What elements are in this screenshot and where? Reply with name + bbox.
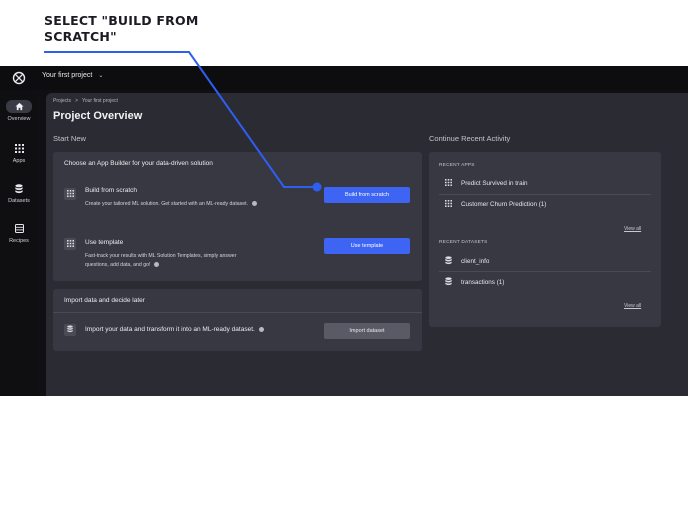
tutorial-callout: SELECT "BUILD FROM SCRATCH" [44, 13, 204, 45]
build-from-scratch-description-text: Create your tailored ML solution. Get st… [85, 201, 249, 207]
database-icon [444, 277, 452, 288]
use-template-description-line-2-wrap: questions, add data, and go! [85, 261, 236, 270]
breadcrumb-projects[interactable]: Projects [53, 98, 71, 104]
card-divider [53, 312, 422, 313]
use-template-description-line-1: Fast-track your results with ML Solution… [85, 253, 237, 259]
import-description: Import your data and transform it into a… [85, 326, 264, 333]
project-name: Your first project [42, 72, 93, 79]
import-description-text: Import your data and transform it into a… [85, 326, 255, 333]
sidebar-item-label: Overview [7, 116, 31, 122]
start-new-heading: Start New [53, 134, 86, 143]
database-icon [64, 324, 76, 336]
grid-icon [64, 188, 76, 200]
list-divider [439, 194, 651, 195]
app-logo-icon[interactable] [12, 71, 26, 85]
app-builder-card: Choose an App Builder for your data-driv… [53, 152, 422, 281]
tutorial-screenshot: SELECT "BUILD FROM SCRATCH" Your first p… [0, 0, 688, 516]
project-picker[interactable]: Your first project ⌄ [42, 72, 103, 79]
breadcrumb-current: Your first project [81, 98, 118, 104]
sidebar-item-label: Apps [12, 158, 26, 164]
recent-activity-card: RECENT APPS Predict Survived in train Cu… [429, 152, 661, 327]
callout-line-1: SELECT "BUILD FROM [44, 13, 199, 28]
recipe-icon [6, 222, 32, 235]
sidebar-item-overview[interactable]: Overview [0, 100, 38, 122]
view-all-apps-link[interactable]: View all [624, 226, 641, 232]
use-template-description: Fast-track your results with ML Solution… [85, 252, 236, 270]
sidebar-item-apps[interactable]: Apps [0, 142, 38, 164]
view-all-datasets-link[interactable]: View all [624, 303, 641, 309]
use-template-title: Use template [85, 239, 124, 246]
grid-icon [64, 238, 76, 250]
continue-recent-heading: Continue Recent Activity [429, 134, 511, 143]
use-template-button[interactable]: Use template [324, 238, 410, 254]
list-divider [439, 271, 651, 272]
database-icon [444, 256, 452, 267]
import-dataset-button[interactable]: Import dataset [324, 323, 410, 339]
breadcrumb-separator: > [75, 98, 78, 104]
recent-app-name: Predict Survived in train [461, 180, 528, 187]
grid-icon [6, 142, 32, 155]
breadcrumb: Projects > Your first project [53, 98, 118, 104]
sidebar: Overview Apps Datasets Recipes [0, 90, 38, 396]
grid-icon [444, 179, 452, 188]
recent-dataset-name: client_info [461, 258, 490, 265]
sidebar-item-label: Datasets [8, 198, 30, 204]
recent-dataset-item[interactable]: client_info [444, 256, 489, 267]
recent-app-item[interactable]: Predict Survived in train [444, 179, 528, 188]
sidebar-item-recipes[interactable]: Recipes [0, 222, 38, 244]
main-content: Projects > Your first project Project Ov… [46, 93, 688, 396]
home-icon [6, 100, 32, 113]
database-icon [6, 182, 32, 195]
build-from-scratch-button[interactable]: Build from scratch [324, 187, 410, 203]
import-card: Import data and decide later Import your… [53, 289, 422, 351]
recent-apps-label: RECENT APPS [439, 163, 475, 168]
app-builder-title: Choose an App Builder for your data-driv… [64, 160, 213, 167]
grid-icon [444, 200, 452, 209]
build-from-scratch-title: Build from scratch [85, 187, 138, 194]
top-bar: Your first project ⌄ [0, 66, 688, 90]
info-icon[interactable] [154, 262, 160, 268]
import-title: Import data and decide later [64, 297, 145, 304]
callout-line-2: SCRATCH" [44, 29, 117, 44]
app-window: Your first project ⌄ Overview Apps Datas… [0, 66, 688, 396]
recent-app-name: Customer Churn Prediction (1) [461, 201, 547, 208]
recent-app-item[interactable]: Customer Churn Prediction (1) [444, 200, 546, 209]
sidebar-item-label: Recipes [9, 238, 29, 244]
build-from-scratch-description: Create your tailored ML solution. Get st… [85, 200, 258, 209]
recent-datasets-label: RECENT DATASETS [439, 240, 488, 245]
chevron-down-icon: ⌄ [98, 73, 104, 79]
recent-dataset-item[interactable]: transactions (1) [444, 277, 504, 288]
recent-dataset-name: transactions (1) [461, 279, 505, 286]
sidebar-item-datasets[interactable]: Datasets [0, 182, 38, 204]
page-title: Project Overview [53, 110, 143, 122]
use-template-description-line-2: questions, add data, and go! [85, 262, 151, 268]
info-icon[interactable] [252, 201, 258, 207]
info-icon[interactable] [258, 326, 264, 332]
